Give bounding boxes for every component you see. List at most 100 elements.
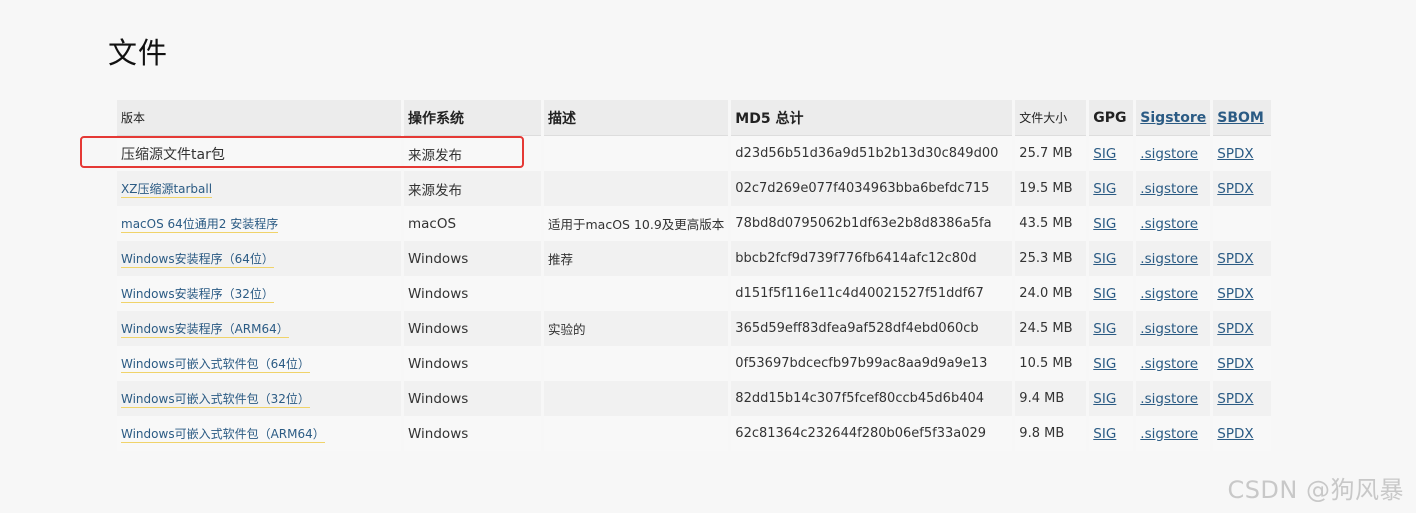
- description-cell: [544, 136, 729, 171]
- size-cell: 43.5 MB: [1015, 206, 1087, 241]
- os-cell: 来源发布: [404, 136, 541, 171]
- description-cell: [544, 416, 729, 451]
- description-cell: 适用于macOS 10.9及更高版本: [544, 206, 729, 241]
- size-cell: 24.0 MB: [1015, 276, 1087, 311]
- spdx-link[interactable]: SPDX: [1217, 426, 1253, 442]
- size-cell: 24.5 MB: [1015, 311, 1087, 346]
- header-sbom[interactable]: SBOM: [1213, 100, 1272, 136]
- version-link[interactable]: XZ压缩源tarball: [121, 182, 213, 198]
- sbom-cell: SPDX: [1213, 381, 1272, 416]
- spdx-link[interactable]: SPDX: [1217, 391, 1253, 407]
- description-cell: 实验的: [544, 311, 729, 346]
- table-row: 压缩源文件tar包 来源发布 d23d56b51d36a9d51b2b13d30c8…: [117, 136, 1272, 171]
- version-cell: macOS 64位通用2 安装程序: [117, 206, 401, 241]
- version-link[interactable]: Windows可嵌入式软件包（32位）: [121, 392, 310, 408]
- gpg-sig-link[interactable]: SIG: [1093, 251, 1116, 267]
- spdx-link[interactable]: SPDX: [1217, 321, 1253, 337]
- watermark: CSDN @狗风暴: [1227, 476, 1404, 504]
- gpg-cell: SIG: [1089, 171, 1134, 206]
- gpg-cell: SIG: [1089, 276, 1134, 311]
- gpg-sig-link[interactable]: SIG: [1093, 146, 1116, 162]
- sigstore-cell: .sigstore: [1136, 136, 1211, 171]
- sigstore-cell: .sigstore: [1136, 311, 1211, 346]
- table-row: Windows安装程序（ARM64） Windows 实验的 365d59eff83d…: [117, 311, 1272, 346]
- header-description: 描述: [544, 100, 729, 136]
- version-cell: Windows安装程序（64位）: [117, 241, 401, 276]
- size-cell: 9.4 MB: [1015, 381, 1087, 416]
- sigstore-link[interactable]: .sigstore: [1140, 146, 1198, 162]
- header-os: 操作系统: [404, 100, 541, 136]
- spdx-link[interactable]: SPDX: [1217, 286, 1253, 302]
- table-row: Windows安装程序（64位） Windows 推荐 bbcb2fcf9d739f7…: [117, 241, 1272, 276]
- os-cell: Windows: [404, 276, 541, 311]
- version-cell: Windows可嵌入式软件包（32位）: [117, 381, 401, 416]
- size-cell: 9.8 MB: [1015, 416, 1087, 451]
- gpg-sig-link[interactable]: SIG: [1093, 321, 1116, 337]
- md5-cell: 82dd15b14c307f5fcef80ccb45d6b404: [731, 381, 1013, 416]
- gpg-sig-link[interactable]: SIG: [1093, 181, 1116, 197]
- gpg-cell: SIG: [1089, 206, 1134, 241]
- sigstore-link[interactable]: .sigstore: [1140, 216, 1198, 232]
- gpg-sig-link[interactable]: SIG: [1093, 216, 1116, 232]
- table-row: Windows可嵌入式软件包（32位） Windows 82dd15b14c307f…: [117, 381, 1272, 416]
- os-cell: Windows: [404, 381, 541, 416]
- gpg-cell: SIG: [1089, 416, 1134, 451]
- spdx-link[interactable]: SPDX: [1217, 251, 1253, 267]
- description-cell: [544, 171, 729, 206]
- os-cell: Windows: [404, 416, 541, 451]
- files-table: 版本 操作系统 描述 MD5 总计 文件大小 GPG Sigstore SBOM…: [114, 100, 1274, 451]
- sbom-cell: SPDX: [1213, 276, 1272, 311]
- gpg-sig-link[interactable]: SIG: [1093, 356, 1116, 372]
- header-version: 版本: [117, 100, 401, 136]
- os-cell: 来源发布: [404, 171, 541, 206]
- size-cell: 19.5 MB: [1015, 171, 1087, 206]
- sigstore-link[interactable]: .sigstore: [1140, 391, 1198, 407]
- spdx-link[interactable]: SPDX: [1217, 181, 1253, 197]
- size-cell: 10.5 MB: [1015, 346, 1087, 381]
- sigstore-cell: .sigstore: [1136, 381, 1211, 416]
- header-sigstore[interactable]: Sigstore: [1136, 100, 1211, 136]
- sigstore-cell: .sigstore: [1136, 276, 1211, 311]
- sigstore-cell: .sigstore: [1136, 346, 1211, 381]
- sigstore-link[interactable]: .sigstore: [1140, 251, 1198, 267]
- version-link[interactable]: Windows安装程序（64位）: [121, 252, 274, 268]
- spdx-link[interactable]: SPDX: [1217, 146, 1253, 162]
- md5-cell: 78bd8d0795062b1df63e2b8d8386a5fa: [731, 206, 1013, 241]
- table-row: macOS 64位通用2 安装程序 macOS 适用于macOS 10.9及更高版本…: [117, 206, 1272, 241]
- size-cell: 25.7 MB: [1015, 136, 1087, 171]
- sigstore-link[interactable]: .sigstore: [1140, 426, 1198, 442]
- os-cell: Windows: [404, 241, 541, 276]
- md5-cell: d23d56b51d36a9d51b2b13d30c849d00: [731, 136, 1013, 171]
- version-link[interactable]: macOS 64位通用2 安装程序: [121, 217, 279, 233]
- page-title: 文件: [108, 36, 169, 70]
- gpg-sig-link[interactable]: SIG: [1093, 426, 1116, 442]
- spdx-link[interactable]: SPDX: [1217, 356, 1253, 372]
- table-row: Windows可嵌入式软件包（ARM64） Windows 62c81364c232…: [117, 416, 1272, 451]
- gpg-sig-link[interactable]: SIG: [1093, 391, 1116, 407]
- gpg-sig-link[interactable]: SIG: [1093, 286, 1116, 302]
- sigstore-cell: .sigstore: [1136, 171, 1211, 206]
- description-cell: 推荐: [544, 241, 729, 276]
- sbom-cell: SPDX: [1213, 171, 1272, 206]
- gpg-cell: SIG: [1089, 311, 1134, 346]
- version-link[interactable]: Windows可嵌入式软件包（ARM64）: [121, 427, 325, 443]
- version-link[interactable]: Windows可嵌入式软件包（64位）: [121, 357, 310, 373]
- sigstore-link[interactable]: .sigstore: [1140, 321, 1198, 337]
- description-cell: [544, 276, 729, 311]
- version-cell: XZ压缩源tarball: [117, 171, 401, 206]
- sbom-cell: SPDX: [1213, 346, 1272, 381]
- sigstore-link[interactable]: .sigstore: [1140, 181, 1198, 197]
- table-row: Windows可嵌入式软件包（64位） Windows 0f53697bdcecfb…: [117, 346, 1272, 381]
- md5-cell: bbcb2fcf9d739f776fb6414afc12c80d: [731, 241, 1013, 276]
- header-gpg: GPG: [1089, 100, 1134, 136]
- version-cell: 压缩源文件tar包: [117, 136, 401, 171]
- size-cell: 25.3 MB: [1015, 241, 1087, 276]
- sigstore-link[interactable]: .sigstore: [1140, 356, 1198, 372]
- sbom-header-link[interactable]: SBOM: [1217, 110, 1264, 126]
- gpg-cell: SIG: [1089, 381, 1134, 416]
- version-link[interactable]: Windows安装程序（ARM64）: [121, 322, 289, 338]
- version-link[interactable]: Windows安装程序（32位）: [121, 287, 274, 303]
- sigstore-header-link[interactable]: Sigstore: [1140, 110, 1206, 126]
- sigstore-link[interactable]: .sigstore: [1140, 286, 1198, 302]
- gpg-cell: SIG: [1089, 241, 1134, 276]
